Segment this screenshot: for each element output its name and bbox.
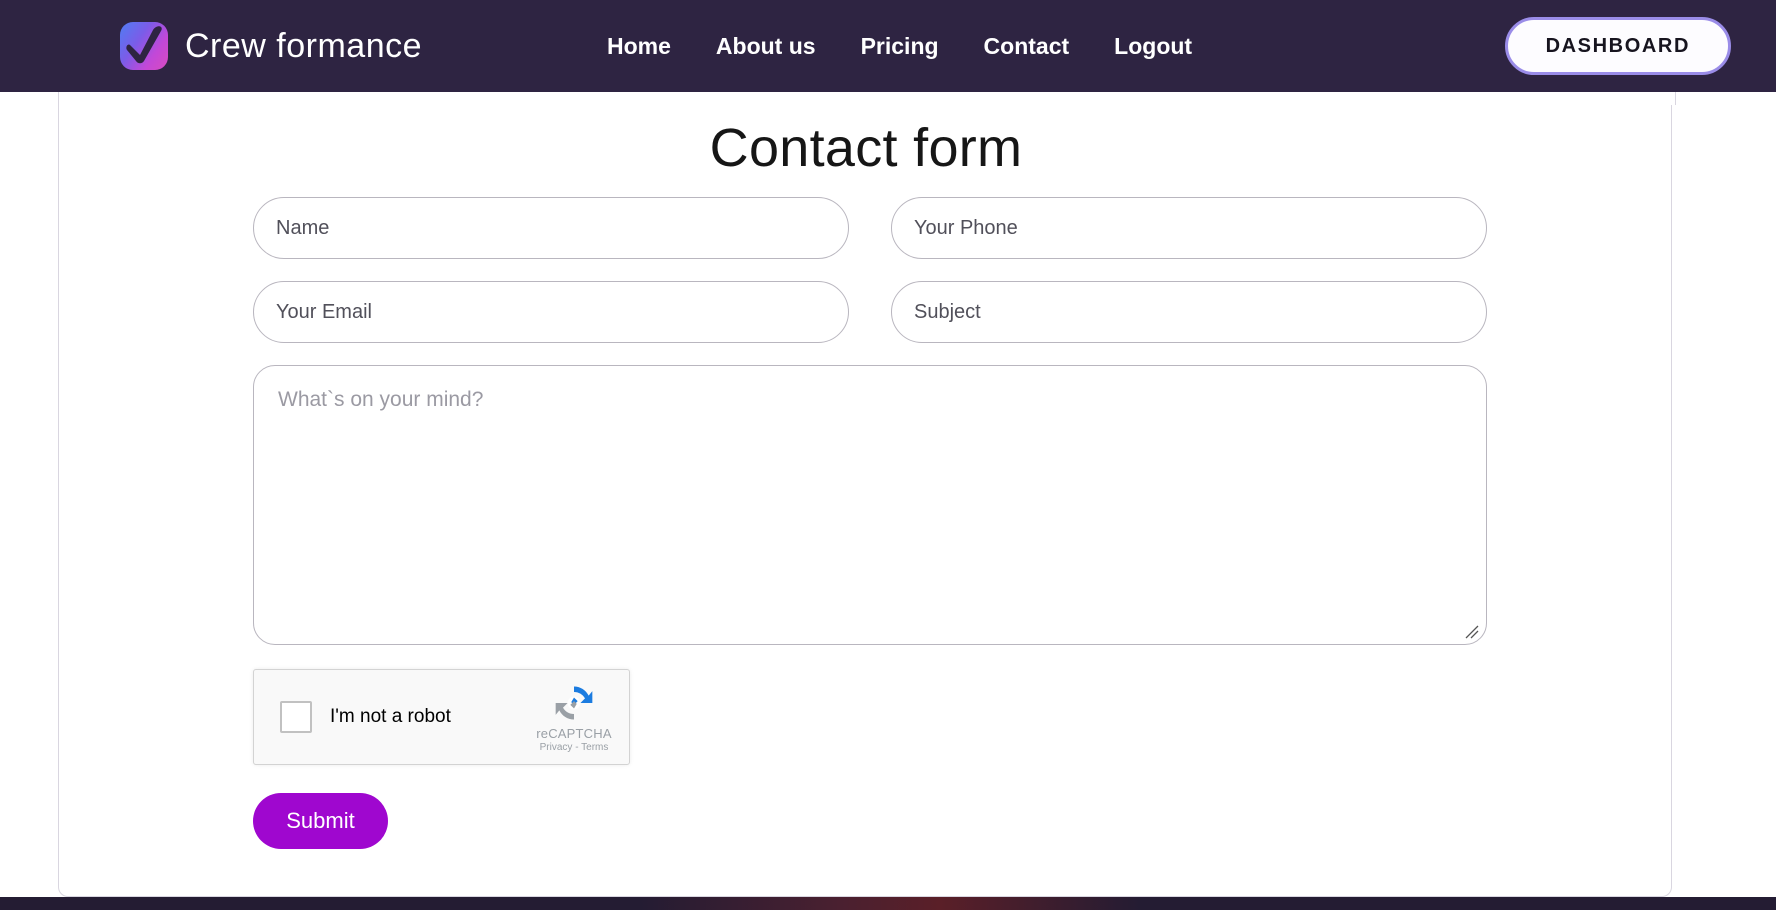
primary-navigation: Home About us Pricing Contact Logout [607, 33, 1192, 60]
nav-item-about-us[interactable]: About us [716, 33, 816, 60]
contact-card: Contact form I'm not a robot [58, 80, 1676, 897]
recaptcha-checkbox[interactable] [280, 701, 312, 733]
phone-input[interactable] [891, 197, 1487, 259]
nav-item-pricing[interactable]: Pricing [861, 33, 939, 60]
subject-input[interactable] [891, 281, 1487, 343]
nav-item-logout[interactable]: Logout [1114, 33, 1192, 60]
form-row-2 [253, 281, 1487, 343]
form-row-1 [253, 197, 1487, 259]
recaptcha-brand-name: reCAPTCHA [536, 726, 612, 741]
name-input[interactable] [253, 197, 849, 259]
recaptcha-widget[interactable]: I'm not a robot reCAPTCHA Privacy - Term… [253, 669, 630, 765]
footer-accent [640, 897, 1140, 910]
site-header: Crew formance Home About us Pricing Cont… [0, 0, 1776, 92]
recaptcha-legal-links: Privacy - Terms [531, 742, 617, 753]
message-textarea[interactable] [253, 365, 1487, 645]
nav-item-contact[interactable]: Contact [984, 33, 1070, 60]
message-field-wrapper [253, 365, 1487, 645]
recaptcha-label: I'm not a robot [330, 706, 451, 727]
recaptcha-privacy-link[interactable]: Privacy [540, 742, 573, 753]
dashboard-button[interactable]: DASHBOARD [1504, 17, 1731, 75]
recaptcha-terms-link[interactable]: Terms [581, 742, 608, 753]
checkmark-logo-icon [120, 22, 168, 70]
recaptcha-branding: reCAPTCHA Privacy - Terms [531, 681, 617, 753]
page-title: Contact form [709, 118, 1023, 178]
footer-strip [0, 897, 1776, 910]
brand-logo[interactable]: Crew formance [120, 22, 422, 70]
contact-form: I'm not a robot reCAPTCHA Privacy - Term… [253, 197, 1487, 849]
recaptcha-logo-icon [555, 686, 593, 720]
nav-item-home[interactable]: Home [607, 33, 671, 60]
recaptcha-legal-separator: - [575, 742, 579, 753]
submit-button[interactable]: Submit [253, 793, 388, 849]
brand-name: Crew formance [185, 26, 423, 65]
email-input[interactable] [253, 281, 849, 343]
